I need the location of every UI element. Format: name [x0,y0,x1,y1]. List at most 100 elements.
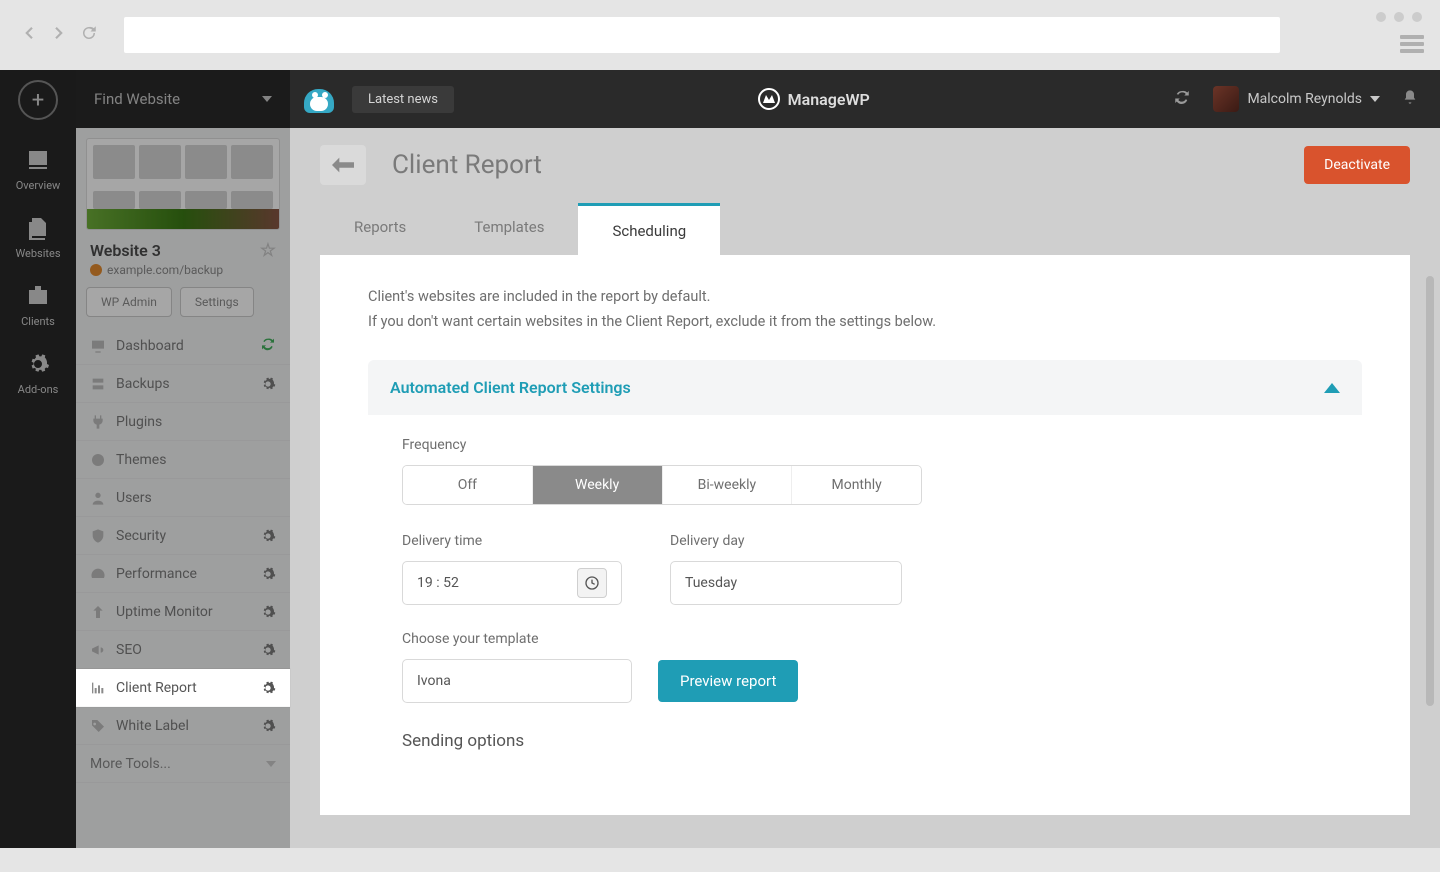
refresh-icon[interactable] [1173,88,1191,110]
chevron-down-icon [266,761,276,767]
site-thumbnail[interactable] [86,138,280,230]
frequency-segment: Off Weekly Bi-weekly Monthly [402,465,922,505]
tag-icon [90,718,106,734]
browser-menu-icon[interactable] [1400,32,1424,56]
browser-forward-icon[interactable] [50,24,68,46]
user-menu[interactable]: Malcolm Reynolds [1213,86,1380,112]
window-controls [1376,12,1422,22]
rail-label: Websites [0,247,76,260]
chevron-up-icon [1324,383,1340,393]
gear-icon[interactable] [260,680,276,696]
site-title: Website 3 [90,241,161,260]
menu-white-label[interactable]: White Label [76,707,290,745]
clock-icon[interactable] [577,568,607,598]
chevron-down-icon [262,96,272,102]
rail-overview[interactable]: Overview [0,138,76,206]
rail-websites[interactable]: Websites [0,206,76,274]
site-settings-button[interactable]: Settings [180,287,254,317]
site-title-row: Website 3 ☆ [76,234,290,263]
sync-icon[interactable] [260,336,276,356]
back-button[interactable] [320,145,366,185]
report-icon [90,680,106,696]
preview-report-button[interactable]: Preview report [658,660,798,702]
main-area: Latest news ManageWP Malcolm Reynolds Cl… [290,70,1440,848]
wp-admin-button[interactable]: WP Admin [86,287,172,317]
gear-icon [25,352,51,376]
gear-icon[interactable] [260,604,276,620]
browser-chrome [0,0,1440,70]
tab-reports[interactable]: Reports [320,202,440,255]
menu-security[interactable]: Security [76,517,290,555]
add-button[interactable]: + [18,80,58,120]
gear-icon[interactable] [260,718,276,734]
tab-scheduling[interactable]: Scheduling [578,203,720,256]
megaphone-icon [90,642,106,658]
content-card: Client's websites are included in the re… [320,255,1410,815]
page-title: Client Report [392,150,542,180]
delivery-time-label: Delivery time [402,533,622,549]
menu-seo[interactable]: SEO [76,631,290,669]
shield-icon [90,528,106,544]
sending-options-heading: Sending options [402,731,1328,751]
menu-client-report[interactable]: Client Report [76,669,290,707]
gear-icon[interactable] [260,376,276,392]
intro-text: Client's websites are included in the re… [368,285,1362,334]
menu-performance[interactable]: Performance [76,555,290,593]
delivery-day-select[interactable]: Tuesday [670,561,902,605]
panel-toggle[interactable]: Automated Client Report Settings [368,360,1362,415]
plug-icon [90,414,106,430]
scrollbar[interactable] [1426,276,1434,706]
menu-backups[interactable]: Backups [76,365,290,403]
find-website-label: Find Website [94,90,180,108]
rail-label: Clients [0,315,76,328]
frequency-off[interactable]: Off [403,466,533,504]
favorite-star-icon[interactable]: ☆ [260,240,276,261]
find-website-dropdown[interactable]: Find Website [76,70,290,128]
menu-themes[interactable]: Themes [76,441,290,479]
brand-text: ManageWP [788,90,870,109]
site-url[interactable]: example.com/backup [76,263,290,287]
menu-more-tools[interactable]: More Tools... [76,745,290,783]
tab-templates[interactable]: Templates [440,202,578,255]
frequency-monthly[interactable]: Monthly [792,466,921,504]
mascot-icon [300,79,346,119]
menu-plugins[interactable]: Plugins [76,403,290,441]
menu-users[interactable]: Users [76,479,290,517]
menu-uptime[interactable]: Uptime Monitor [76,593,290,631]
avatar [1213,86,1239,112]
arrow-up-icon [90,604,106,620]
bell-icon[interactable] [1402,89,1418,109]
gauge-icon [90,566,106,582]
site-column: Find Website Website 3 ☆ example.com/bac… [76,70,290,848]
url-bar[interactable] [124,17,1280,53]
deactivate-button[interactable]: Deactivate [1304,146,1410,184]
template-label: Choose your template [402,631,1328,647]
left-rail: + Overview Websites Clients Add-ons [0,70,76,848]
monitor-icon [90,338,106,354]
brand-logo-icon [758,88,780,110]
user-name: Malcolm Reynolds [1247,91,1362,107]
site-menu: Dashboard Backups Plugins Themes Users S… [76,327,290,783]
browser-reload-icon[interactable] [80,24,98,46]
template-select[interactable]: Ivona [402,659,632,703]
gear-icon[interactable] [260,642,276,658]
menu-dashboard[interactable]: Dashboard [76,327,290,365]
delivery-time-input[interactable]: 19 : 52 [402,561,622,605]
gear-icon[interactable] [260,566,276,582]
latest-news-button[interactable]: Latest news [352,86,454,113]
chevron-down-icon [1370,96,1380,102]
frequency-weekly[interactable]: Weekly [533,466,663,504]
rail-addons[interactable]: Add-ons [0,342,76,410]
id-card-icon [25,284,51,308]
globe-icon [90,264,102,276]
frequency-label: Frequency [402,437,1328,453]
browser-back-icon[interactable] [20,24,38,46]
brand[interactable]: ManageWP [758,88,870,110]
rail-clients[interactable]: Clients [0,274,76,342]
gear-icon[interactable] [260,528,276,544]
rail-label: Overview [0,179,76,192]
palette-icon [90,452,106,468]
site-url-text: example.com/backup [107,263,223,277]
frequency-biweekly[interactable]: Bi-weekly [663,466,793,504]
rail-label: Add-ons [0,383,76,396]
